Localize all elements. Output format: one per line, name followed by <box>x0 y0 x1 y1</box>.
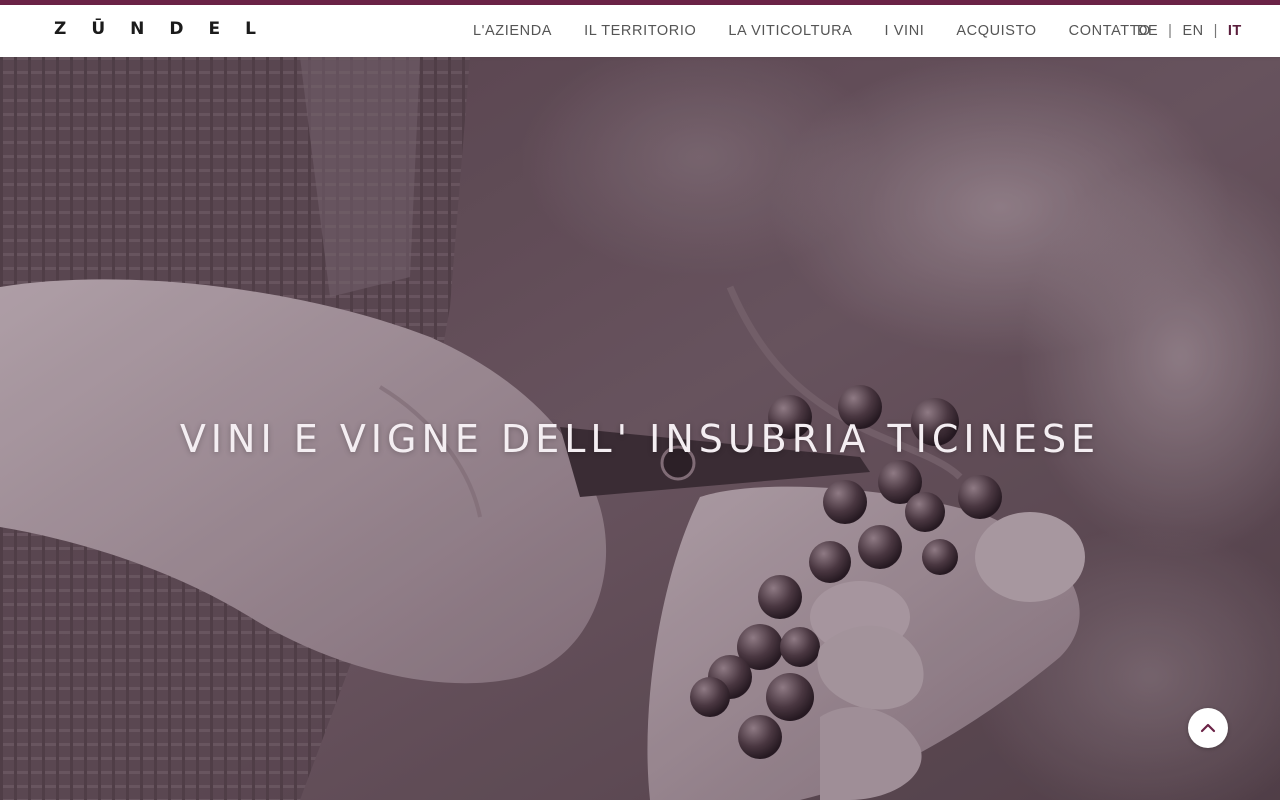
nav-item-territorio[interactable]: IL TERRITORIO <box>584 23 696 39</box>
nav-item-vini[interactable]: I VINI <box>885 23 925 39</box>
logo-letter: L <box>245 19 281 39</box>
lang-separator: | <box>1213 23 1218 39</box>
logo-letter: Z <box>54 19 92 39</box>
logo-letter: N <box>130 19 170 39</box>
nav-item-azienda[interactable]: L'AZIENDA <box>473 23 552 39</box>
chevron-up-icon <box>1200 723 1216 733</box>
logo-letter: D <box>169 19 209 39</box>
logo-letter: E <box>208 19 246 39</box>
lang-en[interactable]: EN <box>1182 23 1203 39</box>
scroll-to-top-button[interactable] <box>1188 708 1228 748</box>
nav-item-viticoltura[interactable]: LA VITICOLTURA <box>728 23 852 39</box>
hero-section: VINI E VIGNE DELL' INSUBRIA TICINESE <box>0 57 1280 800</box>
hero-title: VINI E VIGNE DELL' INSUBRIA TICINESE <box>179 417 1101 461</box>
site-header: Z Ū N D E L L'AZIENDA IL TERRITORIO LA V… <box>0 5 1280 57</box>
main-nav: L'AZIENDA IL TERRITORIO LA VITICOLTURA I… <box>473 5 1183 57</box>
logo[interactable]: Z Ū N D E L <box>54 19 281 39</box>
lang-de[interactable]: DE <box>1137 23 1158 39</box>
language-switcher: DE | EN | IT <box>1137 5 1242 57</box>
logo-letter: Ū <box>91 19 131 39</box>
lang-separator: | <box>1168 23 1173 39</box>
lang-it[interactable]: IT <box>1228 23 1242 39</box>
nav-item-acquisto[interactable]: ACQUISTO <box>956 23 1036 39</box>
